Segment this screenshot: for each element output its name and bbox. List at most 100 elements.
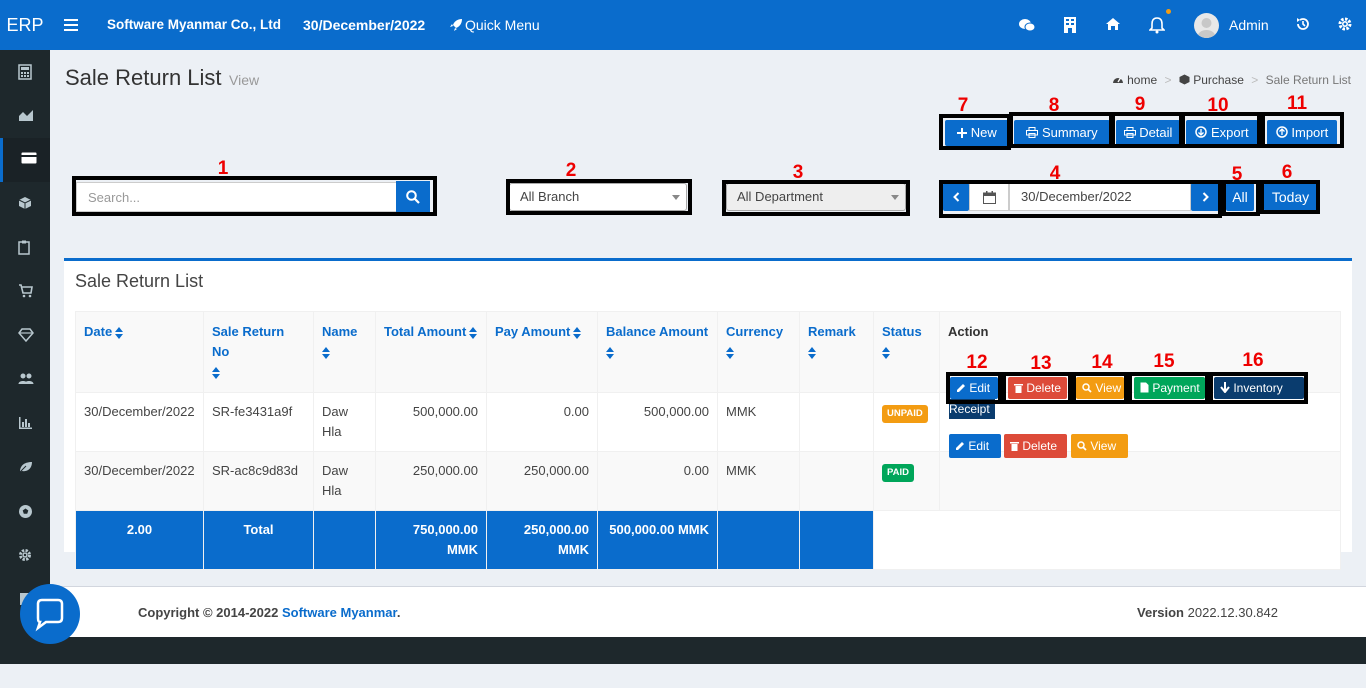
- dropdown-arrow-icon: [891, 195, 899, 200]
- status-badge: UNPAID: [882, 405, 928, 423]
- rocket-icon[interactable]: [449, 18, 463, 32]
- bell-icon[interactable]: [1148, 16, 1167, 34]
- sidebar-item-leaf[interactable]: [0, 446, 50, 490]
- quick-menu-link[interactable]: Quick Menu: [465, 0, 540, 50]
- header-label: Name: [322, 324, 358, 339]
- chat-widget-button[interactable]: [20, 584, 80, 644]
- export-button[interactable]: Export: [1186, 120, 1258, 146]
- inventory-receipt-label[interactable]: Receipt: [949, 399, 995, 419]
- top-navbar: ERP Software Myanmar Co., Ltd 30/Decembe…: [0, 0, 1366, 50]
- header-label: Pay Amount: [495, 324, 571, 339]
- search-button[interactable]: [396, 181, 430, 213]
- row2-view-button[interactable]: View: [1071, 434, 1128, 458]
- bar-chart-icon: [19, 417, 32, 429]
- detail-button[interactable]: Detail: [1116, 120, 1180, 146]
- today-button[interactable]: Today: [1264, 183, 1317, 211]
- total-empty: [313, 510, 376, 570]
- header-label: Status: [882, 324, 922, 339]
- print-icon: [1123, 127, 1136, 138]
- cell-status: PAID: [873, 451, 940, 511]
- sidebar-item-settings[interactable]: [0, 534, 50, 578]
- cell-remark: [799, 392, 874, 452]
- row1-payment-button[interactable]: Payment: [1134, 377, 1205, 399]
- sidebar-item-clipboard[interactable]: [0, 226, 50, 270]
- breadcrumb-separator: >: [1164, 73, 1172, 87]
- column-header-currency[interactable]: Currency: [717, 311, 800, 393]
- date-prev-button[interactable]: [943, 183, 969, 211]
- column-header-balance-amount[interactable]: Balance Amount: [597, 311, 718, 393]
- new-button[interactable]: New: [945, 120, 1009, 146]
- sort-icon: [808, 346, 816, 359]
- cell-sale-return-no[interactable]: SR-ac8c9d83d: [203, 451, 314, 511]
- cell-name: Daw Hla: [313, 392, 376, 452]
- date-input[interactable]: 30/December/2022: [1009, 183, 1191, 211]
- column-header-total-amount[interactable]: Total Amount: [375, 311, 487, 393]
- date-calendar-addon[interactable]: [969, 183, 1009, 211]
- breadcrumb-purchase[interactable]: Purchase: [1193, 73, 1244, 87]
- department-select[interactable]: All Department: [726, 183, 906, 211]
- sidebar-item-area-chart[interactable]: [0, 94, 50, 138]
- clipboard-icon: [18, 240, 30, 255]
- cell-sale-return-no[interactable]: SR-fe3431a9f: [203, 392, 314, 452]
- search-input[interactable]: [76, 182, 398, 212]
- column-header-remark[interactable]: Remark: [799, 311, 874, 393]
- column-header-pay-amount[interactable]: Pay Amount: [486, 311, 598, 393]
- table-row: 30/December/2022 SR-ac8c9d83d Daw Hla 25…: [75, 451, 1341, 511]
- breadcrumb-home[interactable]: home: [1127, 73, 1157, 87]
- brand-link[interactable]: Software Myanmar: [282, 605, 397, 620]
- total-empty: [799, 510, 874, 570]
- summary-button[interactable]: Summary: [1014, 120, 1110, 146]
- sidebar-item-users[interactable]: [0, 358, 50, 402]
- total-count: 2.00: [75, 510, 204, 570]
- column-header-date[interactable]: Date: [75, 311, 204, 393]
- sidebar-item-cart[interactable]: [0, 270, 50, 314]
- row1-edit-button[interactable]: Edit: [950, 377, 998, 399]
- user-name[interactable]: Admin: [1229, 0, 1269, 50]
- total-label: Total: [203, 510, 314, 570]
- copyright-label: Copyright © 2014-2022: [138, 605, 279, 620]
- column-header-sale-return-no[interactable]: Sale Return No: [203, 311, 314, 393]
- sidebar-item-bar-chart[interactable]: [0, 402, 50, 446]
- avatar[interactable]: [1194, 13, 1219, 38]
- sidebar-item-diamond[interactable]: [0, 314, 50, 358]
- column-header-status[interactable]: Status: [873, 311, 940, 393]
- all-button[interactable]: All: [1226, 183, 1254, 211]
- row1-view-button[interactable]: View: [1076, 377, 1124, 399]
- row1-inventory-receipt-button[interactable]: Inventory: [1214, 377, 1304, 399]
- annotation-number: 4: [1049, 163, 1061, 184]
- arrow-down-icon: [1220, 382, 1230, 394]
- column-header-name[interactable]: Name: [313, 311, 376, 393]
- date-next-button[interactable]: [1191, 183, 1219, 211]
- panel-title: Sale Return List: [75, 271, 204, 291]
- row1-delete-button[interactable]: Delete: [1008, 377, 1067, 399]
- history-icon[interactable]: [1295, 16, 1313, 34]
- import-button[interactable]: Import: [1267, 120, 1337, 146]
- wechat-icon[interactable]: [1018, 16, 1036, 34]
- sidebar-item-cube[interactable]: [0, 182, 50, 226]
- app-logo[interactable]: ERP: [0, 0, 50, 50]
- export-label: Export: [1211, 125, 1249, 140]
- sidebar-item-soccer[interactable]: [0, 490, 50, 534]
- menu-icon[interactable]: [64, 17, 78, 33]
- row2-edit-button[interactable]: Edit: [949, 434, 1001, 458]
- soccer-ball-icon: [19, 505, 32, 518]
- annotation-number: 11: [1286, 93, 1308, 114]
- gear-icon[interactable]: [1337, 16, 1355, 34]
- print-icon: [1026, 127, 1039, 138]
- header-label: Balance Amount: [606, 324, 709, 339]
- header-label: Date: [84, 324, 113, 339]
- sidebar-item-calculator[interactable]: [0, 50, 50, 94]
- import-label: Import: [1291, 125, 1329, 140]
- annotation-number: 15: [1153, 351, 1175, 372]
- view-label: View: [1090, 439, 1117, 453]
- pencil-icon: [957, 384, 965, 392]
- sidebar-item-credit-card[interactable]: [0, 138, 50, 182]
- building-icon[interactable]: [1063, 16, 1081, 34]
- branch-select[interactable]: All Branch: [509, 183, 687, 211]
- row2-delete-button[interactable]: Delete: [1004, 434, 1067, 458]
- annotation-number: 2: [565, 160, 577, 181]
- sort-icon: [115, 326, 124, 339]
- calculator-icon: [18, 64, 32, 80]
- annotation-number: 10: [1207, 95, 1229, 116]
- home-icon[interactable]: [1105, 16, 1123, 34]
